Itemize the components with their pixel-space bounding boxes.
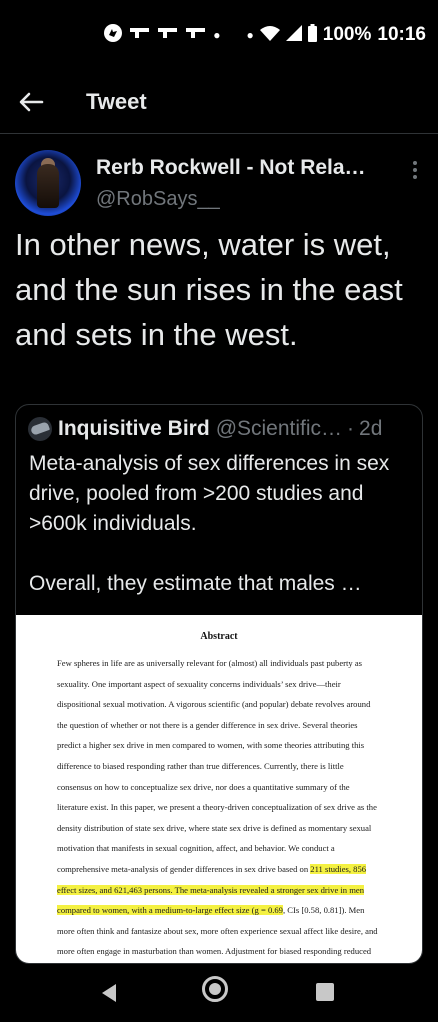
abstract-line: compared to women, with a medium-to-larg… (57, 900, 402, 921)
quoted-tweet-image[interactable]: Abstract Few spheres in life are as univ… (16, 615, 422, 963)
abstract-text: sexuality. One important aspect of sexua… (57, 678, 341, 689)
author-handle[interactable]: @RobSays__ (96, 188, 220, 211)
avatar (28, 417, 52, 441)
abstract-line: sexuality. One important aspect of sexua… (57, 674, 402, 695)
abstract-line: more often engage in masturbation than w… (57, 941, 402, 962)
home-circle-icon[interactable] (202, 976, 228, 1002)
abstract-line: dispositional sexual motivation. A vigor… (57, 694, 402, 715)
quoted-tweet-text: Meta-analysis of sex differences in sex … (29, 452, 390, 595)
abstract-line: more often think and fantasize about sex… (57, 921, 402, 942)
abstract-body: Few spheres in life are as universally r… (57, 653, 402, 962)
system-nav-bar (0, 964, 438, 1022)
abstract-line: motivation that manifests in sexual cogn… (57, 838, 402, 859)
abstract-line: effect sizes, and 621,463 persons. The m… (57, 880, 402, 901)
abstract-line: predict a higher sex drive in men compar… (57, 735, 402, 756)
abstract-text: motivation that manifests in sexual cogn… (57, 843, 335, 854)
triangle-back-icon[interactable] (100, 983, 118, 1008)
author-name[interactable]: Rerb Rockwell - Not Rela… (96, 156, 386, 180)
abstract-text: more often engage in masturbation than w… (57, 946, 372, 957)
highlighted-text: 211 studies, 856 (310, 863, 367, 874)
abstract-line: literature exist. In this paper, we pres… (57, 797, 402, 818)
app-icon (103, 23, 123, 47)
abstract-line: difference to biased responding rather t… (57, 756, 402, 777)
abstract-line: density distribution of state sex drive,… (57, 818, 402, 839)
tweet-author: Rerb Rockwell - Not Rela… @RobSays__ (15, 148, 425, 218)
abstract-text: density distribution of state sex drive,… (57, 822, 372, 833)
quoted-author-handle: @Scientific… (215, 417, 343, 440)
abstract-text: predict a higher sex drive in men compar… (57, 740, 365, 751)
vertical-dots-icon[interactable] (405, 160, 425, 184)
abstract-title: Abstract (200, 631, 238, 642)
gun-icon (129, 26, 151, 44)
wifi-icon (259, 25, 280, 45)
clock: 10:16 (377, 24, 426, 45)
abstract-text: dispositional sexual motivation. A vigor… (57, 699, 371, 710)
abstract-text: more often think and fantasize about sex… (57, 925, 378, 936)
highlighted-text: compared to women, with a medium-to-larg… (57, 905, 283, 916)
top-app-bar: Tweet (0, 70, 438, 134)
quoted-tweet[interactable]: Inquisitive Bird @Scientific… · 2d Meta-… (15, 404, 423, 964)
square-recents-icon[interactable] (316, 983, 334, 1001)
signal-icon (285, 25, 302, 45)
separator-dot: · (347, 417, 355, 440)
abstract-line: comprehensive meta-analysis of gender di… (57, 859, 402, 880)
abstract-text: , CIs [0.58, 0.81]). Men (282, 905, 365, 916)
battery-icon (307, 24, 317, 46)
gun-icon (185, 26, 207, 44)
arrow-left-icon[interactable] (18, 87, 58, 117)
dot-icon: ● (246, 28, 254, 42)
quoted-author-name: Inquisitive Bird (58, 417, 210, 440)
battery-percent: 100% (322, 24, 372, 45)
page-title: Tweet (86, 88, 147, 114)
status-bar: ● ● 100% 10:16 (0, 0, 438, 70)
abstract-text: difference to biased responding rather t… (57, 760, 344, 771)
abstract-line: consensus on how to conceptualize sex dr… (57, 777, 402, 798)
highlighted-text: effect sizes, and 621,463 persons. The m… (57, 884, 365, 895)
abstract-text: comprehensive meta-analysis of gender di… (57, 863, 311, 874)
abstract-line: the question of whether or not there is … (57, 715, 402, 736)
avatar[interactable] (15, 150, 81, 216)
abstract-line: Few spheres in life are as universally r… (57, 653, 402, 674)
abstract-text: literature exist. In this paper, we pres… (57, 802, 377, 813)
dot-icon: ● (213, 28, 221, 42)
quoted-tweet-time: 2d (359, 417, 383, 440)
abstract-text: the question of whether or not there is … (57, 719, 358, 730)
tweet-text: In other news, water is wet, and the sun… (15, 227, 403, 352)
gun-icon (157, 26, 179, 44)
abstract-text: consensus on how to conceptualize sex dr… (57, 781, 350, 792)
abstract-text: Few spheres in life are as universally r… (57, 658, 362, 668)
quoted-tweet-header: Inquisitive Bird @Scientific… · 2d (28, 415, 418, 443)
